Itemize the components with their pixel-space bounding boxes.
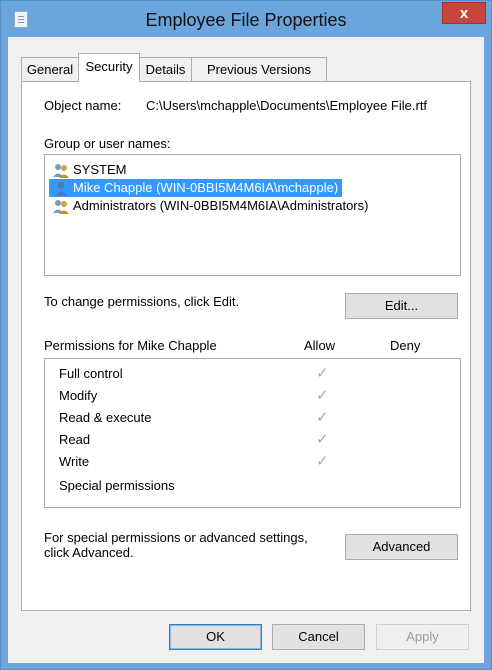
ok-button[interactable]: OK xyxy=(169,624,262,650)
user-name: Administrators (WIN-0BBI5M4M6IA\Administ… xyxy=(73,198,369,213)
permission-row: Read xyxy=(59,429,90,451)
properties-window: Employee File Properties x General Secur… xyxy=(0,0,492,670)
permission-row: Read & execute xyxy=(59,407,152,429)
allow-check-icon: ✓ xyxy=(316,365,329,382)
group-names-label: Group or user names: xyxy=(44,136,171,151)
permission-row: Special permissions xyxy=(59,475,175,497)
users-group-icon xyxy=(53,200,69,214)
permission-row: Write xyxy=(59,451,89,473)
object-name-label: Object name: xyxy=(44,98,122,113)
tab-details[interactable]: Details xyxy=(139,57,192,81)
apply-button[interactable]: Apply xyxy=(376,624,469,650)
list-item-mike-chapple[interactable]: Mike Chapple (WIN-0BBI5M4M6IA\mchapple) xyxy=(49,179,343,197)
allow-check-icon: ✓ xyxy=(316,387,329,404)
permission-name: Full control xyxy=(59,366,123,381)
advanced-button[interactable]: Advanced xyxy=(345,534,458,560)
permission-row: Full control xyxy=(59,363,123,385)
window-title: Employee File Properties xyxy=(145,10,347,30)
permission-name: Read xyxy=(59,432,91,447)
permissions-for-label: Permissions for Mike Chapple xyxy=(44,338,217,353)
close-button[interactable]: x xyxy=(442,2,486,24)
allow-check-icon: ✓ xyxy=(316,431,329,448)
allow-check-icon: ✓ xyxy=(316,453,329,470)
user-icon xyxy=(55,181,67,196)
permission-row: Modify xyxy=(59,385,97,407)
object-name-value: C:\Users\mchapple\Documents\Employee Fil… xyxy=(146,98,428,113)
edit-button[interactable]: Edit... xyxy=(345,293,458,319)
users-group-icon xyxy=(53,164,69,178)
permission-name: Read & execute xyxy=(59,410,152,425)
security-panel: Object name: C:\Users\mchapple\Documents… xyxy=(21,81,471,611)
tab-previous-versions[interactable]: Previous Versions xyxy=(191,57,327,81)
allow-check-icon: ✓ xyxy=(316,409,329,426)
user-listbox[interactable]: SYSTEM Mike Chapple (WIN-0BBI5M4M6IA\mch… xyxy=(44,154,461,276)
permission-name: Write xyxy=(59,454,90,469)
list-item-administrators[interactable]: Administrators (WIN-0BBI5M4M6IA\Administ… xyxy=(49,197,372,215)
user-name: Mike Chapple (WIN-0BBI5M4M6IA\mchapple) xyxy=(73,180,339,195)
special-permissions-text-line2: click Advanced. xyxy=(44,545,134,560)
title-bar[interactable]: Employee File Properties x xyxy=(1,1,491,37)
change-permissions-text: To change permissions, click Edit. xyxy=(44,294,240,309)
tab-security[interactable]: Security xyxy=(78,53,140,82)
list-item-system[interactable]: SYSTEM xyxy=(49,161,130,179)
user-name: SYSTEM xyxy=(73,162,127,177)
deny-header: Deny xyxy=(390,338,421,353)
allow-header: Allow xyxy=(304,338,336,353)
permissions-list[interactable]: Full control ✓ Modify ✓ Read & execute ✓… xyxy=(44,358,461,508)
cancel-button[interactable]: Cancel xyxy=(272,624,365,650)
special-permissions-text-line1: For special permissions or advanced sett… xyxy=(44,530,308,545)
tab-general[interactable]: General xyxy=(21,57,79,81)
dialog-body: General Security Details Previous Versio… xyxy=(8,37,484,663)
permission-name: Modify xyxy=(59,388,98,403)
permission-name: Special permissions xyxy=(59,478,175,493)
